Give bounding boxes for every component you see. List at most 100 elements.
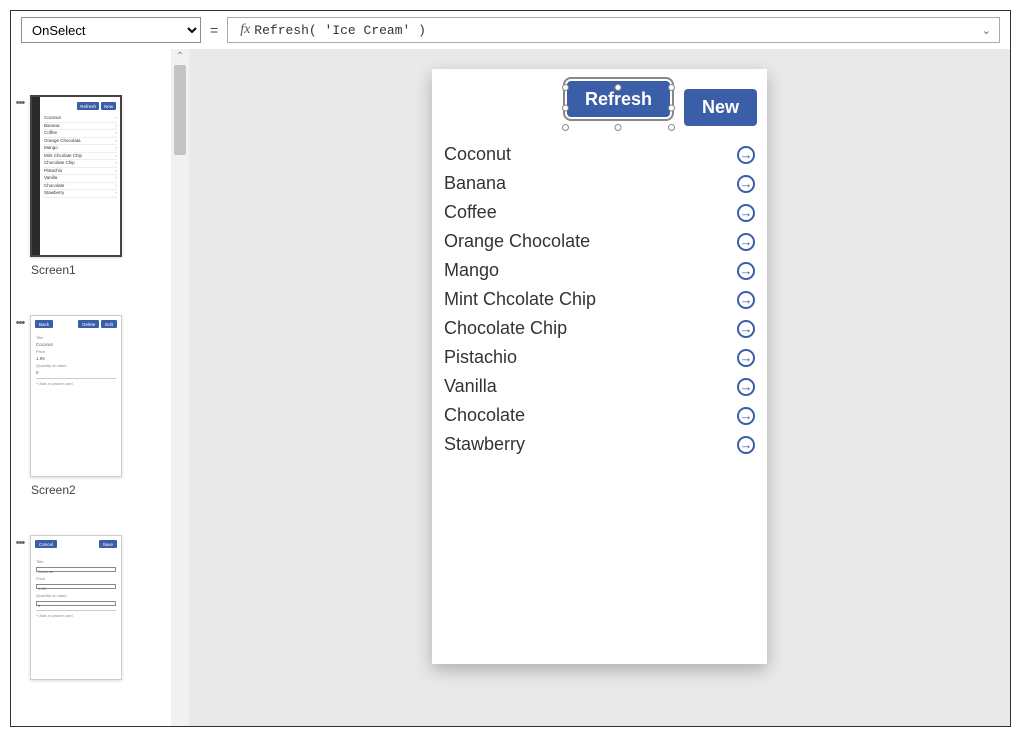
screen-thumb-1[interactable]: Refresh New Coconut›Banana›Coffee›Orange… (30, 95, 122, 257)
list-item[interactable]: Orange Chocolate → (442, 227, 757, 256)
resize-handle[interactable] (668, 104, 675, 111)
ellipsis-icon[interactable]: ••• (13, 535, 27, 549)
list-item-label: Chocolate (444, 405, 525, 426)
screen-preview: Refresh New Coconut→Banana→Coffee→Orange… (432, 69, 767, 664)
list-item-label: Mint Chcolate Chip (444, 289, 596, 310)
thumb1-list-item: Stawberry› (44, 190, 117, 198)
thumb3-qty-value: 0 (36, 601, 116, 606)
scroll-thumb[interactable] (174, 65, 186, 155)
screen-thumb-2-group: ••• Back Delete Edit Title Coconut (13, 315, 169, 497)
arrow-right-icon[interactable]: → (737, 407, 755, 425)
list-item[interactable]: Stawberry → (442, 430, 757, 459)
screen-thumb-3[interactable]: Cancel Save Title Coconut Price 1.99 Qua… (30, 535, 122, 680)
resize-handle[interactable] (615, 124, 622, 131)
screen-thumb-3-group: ••• Cancel Save Title Coconut Price 1.99… (13, 535, 169, 680)
thumb1-list-item: Mango› (44, 145, 117, 153)
thumb2-price-label: Price (36, 348, 116, 355)
main-area: ••• Refresh New Coconut›Banana›Coffee›Or… (11, 49, 1010, 726)
thumb2-delete-button: Delete (78, 320, 99, 328)
arrow-right-icon[interactable]: → (737, 233, 755, 251)
arrow-right-icon[interactable]: → (737, 436, 755, 454)
thumb2-qty-label: Quantity on hand (36, 362, 116, 369)
list-item[interactable]: Vanilla→ (442, 372, 757, 401)
ellipsis-icon[interactable]: ••• (13, 315, 27, 329)
thumb1-list-item: Coconut› (44, 115, 117, 123)
thumb1-list-item: Mint Chcolate Chip› (44, 153, 117, 161)
ellipsis-icon[interactable]: ••• (13, 95, 27, 109)
equals-icon: = (207, 22, 221, 38)
thumb3-price-value: 1.99 (36, 584, 116, 589)
scroll-up-icon[interactable]: ⌃ (171, 51, 189, 62)
list-item-label: Coffee (444, 202, 497, 223)
formula-input-wrap: fx ⌄ (227, 17, 1000, 43)
list-item[interactable]: Chocolate Chip → (442, 314, 757, 343)
thumb2-title-value: Coconut (36, 341, 116, 348)
items-gallery[interactable]: Coconut→Banana→Coffee→Orange Chocolate→M… (432, 136, 767, 469)
list-item[interactable]: Coffee → (442, 198, 757, 227)
thumb1-list-item: Chocolate› (44, 183, 117, 191)
resize-handle[interactable] (562, 84, 569, 91)
resize-handle[interactable] (668, 84, 675, 91)
thumb3-qty-label: Quantity on hand (36, 592, 116, 600)
list-item-label: Pistachio (444, 347, 517, 368)
list-item[interactable]: Pistachio → (442, 343, 757, 372)
arrow-right-icon[interactable]: → (737, 204, 755, 222)
resize-handle[interactable] (562, 124, 569, 131)
arrow-right-icon[interactable]: → (737, 262, 755, 280)
arrow-right-icon[interactable]: → (737, 378, 755, 396)
screen-thumb-1-group: ••• Refresh New Coconut›Banana›Coffee›Or… (13, 95, 169, 277)
scrollbar[interactable]: ⌃ (171, 49, 189, 726)
thumb2-edit-button: Edit (101, 320, 117, 328)
thumb1-list-item: Orange Chocolata› (44, 138, 117, 146)
app-frame: OnSelect = fx ⌄ ••• Refresh New (10, 10, 1011, 727)
thumb1-list-item: Vanilla› (44, 175, 117, 183)
thumb3-price-label: Price (36, 575, 116, 583)
thumb3-save-button: Save (99, 540, 117, 548)
thumb3-title-label: Title (36, 558, 116, 566)
thumb1-list-item: Pistachio› (44, 168, 117, 176)
screen-thumb-1-label: Screen1 (31, 263, 169, 277)
fx-icon: fx (236, 22, 254, 38)
thumb2-back-button: Back (35, 320, 53, 328)
list-item-label: Stawberry (444, 434, 525, 455)
list-item-label: Orange Chocolate (444, 231, 590, 252)
list-item[interactable]: Chocolate → (442, 401, 757, 430)
thumb1-refresh-button: Refresh (77, 102, 99, 110)
list-item-label: Chocolate Chip (444, 318, 567, 339)
list-item[interactable]: Coconut→ (442, 140, 757, 169)
thumb1-list-item: Banana› (44, 123, 117, 131)
resize-handle[interactable] (615, 84, 622, 91)
screen-thumb-2[interactable]: Back Delete Edit Title Coconut Price 1.9… (30, 315, 122, 477)
arrow-right-icon[interactable]: → (737, 320, 755, 338)
list-item[interactable]: Mint Chcolate Chip → (442, 285, 757, 314)
chevron-down-icon[interactable]: ⌄ (982, 24, 991, 37)
formula-bar: OnSelect = fx ⌄ (11, 11, 1010, 49)
new-button[interactable]: New (684, 89, 757, 126)
formula-input[interactable] (254, 23, 981, 38)
arrow-right-icon[interactable]: → (737, 146, 755, 164)
list-item-label: Banana (444, 173, 506, 194)
resize-handle[interactable] (562, 104, 569, 111)
thumb2-price-value: 1.99 (36, 355, 116, 362)
list-item[interactable]: Mango → (442, 256, 757, 285)
thumb3-title-value: Coconut (36, 567, 116, 572)
thumb3-cancel-button: Cancel (35, 540, 57, 548)
thumb1-list-item: Coffee› (44, 130, 117, 138)
thumb1-list-item: Chocolate Chip› (44, 160, 117, 168)
thumb2-add-card: + Add a custom card (36, 378, 116, 387)
screens-panel: ••• Refresh New Coconut›Banana›Coffee›Or… (11, 49, 171, 726)
screen-thumb-2-label: Screen2 (31, 483, 169, 497)
arrow-right-icon[interactable]: → (737, 291, 755, 309)
resize-handle[interactable] (668, 124, 675, 131)
property-select[interactable]: OnSelect (21, 17, 201, 43)
arrow-right-icon[interactable]: → (737, 349, 755, 367)
thumb2-qty-value: 0 (36, 369, 116, 376)
design-canvas: Refresh New Coconut→Banana→Coffee→Orange… (189, 49, 1010, 726)
refresh-button-selection[interactable]: Refresh (567, 89, 670, 126)
thumb2-title-label: Title (36, 334, 116, 341)
thumb1-new-button: New (101, 102, 116, 110)
list-item[interactable]: Banana → (442, 169, 757, 198)
thumb3-add-card: + Add a custom card (36, 610, 116, 620)
list-item-label: Mango (444, 260, 499, 281)
arrow-right-icon[interactable]: → (737, 175, 755, 193)
